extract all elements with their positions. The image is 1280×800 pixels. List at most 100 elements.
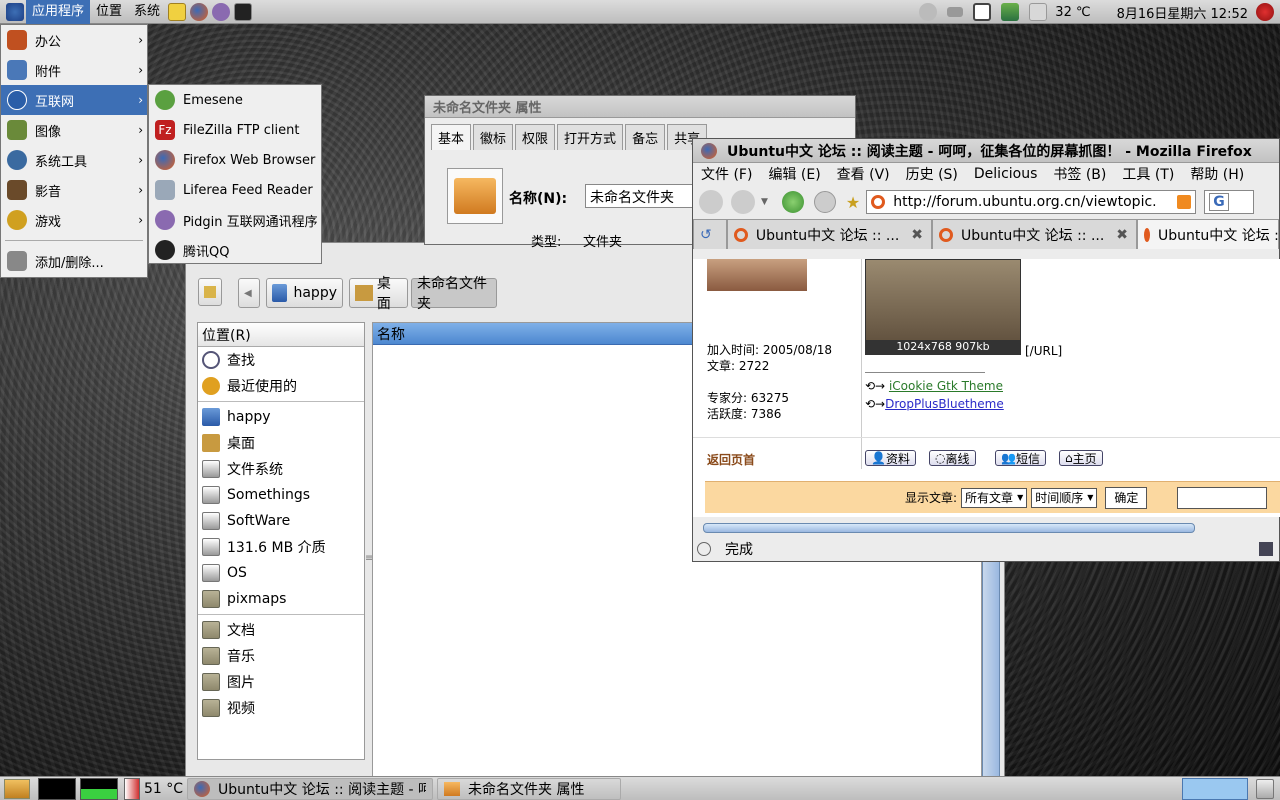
sidebar-item-videos[interactable]: 视频 — [198, 695, 364, 721]
sidebar-item-filesystem[interactable]: 文件系统 — [198, 456, 364, 482]
sidebar-item-recent[interactable]: 最近使用的 — [198, 373, 364, 399]
browser-tab-1[interactable]: Ubuntu中文 论坛 :: ... ✖ — [726, 219, 932, 249]
drive-icon[interactable] — [947, 7, 964, 17]
workspace-switcher[interactable] — [1182, 777, 1248, 800]
jump-input[interactable] — [1177, 486, 1268, 509]
menu-edit[interactable]: 编辑 (E) — [768, 164, 820, 184]
tab-basic[interactable]: 基本 — [431, 124, 472, 150]
menu-file[interactable]: 文件 (F) — [701, 164, 752, 184]
menu-bookmarks[interactable]: 书签 (B) — [1053, 164, 1106, 184]
sidebar-item-search[interactable]: 查找 — [198, 347, 364, 373]
trash-icon[interactable] — [1256, 778, 1274, 799]
confirm-button[interactable]: 确定 — [1105, 486, 1148, 509]
breadcrumb-current[interactable]: 未命名文件夹 — [411, 276, 497, 312]
menu-history[interactable]: 历史 (S) — [906, 164, 958, 184]
stop-icon[interactable] — [813, 191, 836, 213]
sidebar-header[interactable]: 位置(R) — [198, 323, 364, 347]
menu-delicious[interactable]: Delicious — [974, 166, 1038, 182]
filter-order-select[interactable]: 时间顺序 ▼ — [1031, 487, 1098, 508]
applications-menu[interactable]: 应用程序 — [26, 0, 91, 24]
back-icon[interactable] — [699, 190, 723, 214]
cpu-monitor[interactable] — [38, 777, 76, 800]
menu-item-emesene[interactable]: Emesene — [149, 85, 321, 115]
network-icon[interactable] — [919, 3, 938, 21]
sidebar-item-happy[interactable]: happy — [198, 404, 364, 430]
menu-item-graphics[interactable]: 图像 › — [1, 115, 147, 145]
properties-title[interactable]: 未命名文件夹 属性 — [425, 96, 855, 118]
forward-icon[interactable] — [731, 190, 755, 214]
menu-item-games[interactable]: 游戏 › — [1, 205, 147, 235]
search-engine-icon[interactable]: G — [1209, 193, 1229, 211]
menu-item-internet[interactable]: 互联网 › — [1, 85, 147, 115]
display-icon[interactable] — [973, 3, 992, 21]
screenshot-thumbnail[interactable]: 1024x768 907kb — [865, 259, 1021, 355]
url-bar[interactable]: http://forum.ubuntu.org.cn/viewtopic. — [866, 190, 1197, 214]
menu-item-firefox[interactable]: Firefox Web Browser — [149, 145, 321, 175]
tab-emblems[interactable]: 徽标 — [473, 124, 514, 150]
taskbar-firefox[interactable]: Ubuntu中文 论坛 :: 阅读主题 - 呵... — [187, 777, 434, 800]
menu-item-add-remove[interactable]: 添加/删除... — [1, 246, 147, 276]
menu-item-filezilla[interactable]: Fz FileZilla FTP client — [149, 115, 321, 145]
profile-button[interactable]: 👤 资料 — [865, 450, 916, 466]
tab-notes[interactable]: 备忘 — [625, 124, 666, 150]
bookmark-star-icon[interactable]: ★ — [846, 193, 860, 212]
sidebar-item-somethings[interactable]: Somethings — [198, 482, 364, 508]
menu-view[interactable]: 查看 (V) — [837, 164, 890, 184]
folder-icon-button[interactable] — [447, 168, 503, 224]
homepage-button[interactable]: ⌂ 主页 — [1059, 450, 1103, 466]
pane-resize-handle[interactable]: ≡ — [365, 553, 373, 565]
firefox-title[interactable]: Ubuntu中文 论坛 :: 阅读主题 - 呵呵，征集各位的屏幕抓图！ - Mo… — [693, 139, 1279, 163]
ubuntu-foot-icon[interactable] — [6, 2, 24, 21]
offline-button[interactable]: ◌ 离线 — [929, 450, 976, 466]
taskbar-properties[interactable]: 未命名文件夹 属性 — [437, 777, 622, 800]
update-icon[interactable] — [1001, 3, 1020, 21]
clock[interactable]: 8月16日星期六 12:52 — [1117, 3, 1248, 22]
signature-link-1[interactable]: ⟲→ iCookie Gtk Theme — [865, 379, 1003, 393]
sidebar-item-pictures[interactable]: 图片 — [198, 669, 364, 695]
memory-monitor[interactable] — [80, 777, 118, 800]
sidebar-item-os[interactable]: OS — [198, 560, 364, 586]
edit-location-button[interactable] — [198, 278, 222, 306]
statusbar-extension-icon[interactable] — [1259, 542, 1273, 556]
sidebar-item-pixmaps[interactable]: pixmaps — [198, 586, 364, 612]
menu-item-office[interactable]: 办公 › — [1, 25, 147, 55]
message-button[interactable]: 👥 短信 — [995, 450, 1046, 466]
browser-tab-3-active[interactable]: Ubuntu中文 论坛 : — [1137, 219, 1279, 249]
search-bar[interactable]: G — [1204, 190, 1255, 214]
signature-link-2[interactable]: ⟲→DropPlusBluetheme — [865, 397, 1004, 411]
sidebar-item-media[interactable]: 131.6 MB 介质 — [198, 534, 364, 560]
horizontal-scrollbar[interactable] — [703, 523, 1195, 533]
menu-item-pidgin[interactable]: Pidgin 互联网通讯程序 — [149, 205, 321, 235]
reload-icon[interactable] — [781, 191, 804, 213]
tab-permissions[interactable]: 权限 — [515, 124, 556, 150]
sidebar-item-music[interactable]: 音乐 — [198, 643, 364, 669]
sidebar-item-desktop[interactable]: 桌面 — [198, 430, 364, 456]
close-icon[interactable]: ✖ — [911, 227, 923, 243]
back-to-top-link[interactable]: 返回页首 — [707, 451, 755, 468]
sidebar-item-documents[interactable]: 文档 — [198, 617, 364, 643]
menu-tools[interactable]: 工具 (T) — [1122, 164, 1174, 184]
menu-item-multimedia[interactable]: 影音 › — [1, 175, 147, 205]
show-desktop-icon[interactable] — [4, 778, 30, 799]
tab-open-with[interactable]: 打开方式 — [557, 124, 624, 150]
tab-list-button[interactable]: ↺ — [693, 219, 727, 249]
text-editor-launcher-icon[interactable] — [168, 2, 187, 21]
rss-icon[interactable] — [1177, 195, 1192, 209]
pidgin-launcher-icon[interactable] — [212, 2, 231, 21]
menu-item-qq[interactable]: 腾讯QQ — [149, 235, 321, 265]
menu-item-accessories[interactable]: 附件 › — [1, 55, 147, 85]
browser-tab-2[interactable]: Ubuntu中文 论坛 :: ... ✖ — [931, 219, 1137, 249]
firefox-launcher-icon[interactable] — [190, 2, 209, 21]
filter-all-select[interactable]: 所有文章 ▼ — [961, 487, 1028, 508]
breadcrumb-desktop[interactable]: 桌面 — [349, 276, 408, 312]
close-icon[interactable]: ✖ — [1116, 227, 1128, 243]
menu-help[interactable]: 帮助 (H) — [1190, 164, 1244, 184]
terminal-launcher-icon[interactable] — [234, 2, 253, 21]
breadcrumb-happy[interactable]: happy — [266, 278, 343, 308]
system-menu[interactable]: 系统 — [128, 0, 166, 24]
menu-item-system-tools[interactable]: 系统工具 › — [1, 145, 147, 175]
places-menu[interactable]: 位置 — [90, 0, 128, 24]
menu-item-liferea[interactable]: Liferea Feed Reader — [149, 175, 321, 205]
shutdown-icon[interactable] — [1256, 3, 1274, 21]
history-dropdown-icon[interactable]: ▼ — [761, 197, 768, 207]
